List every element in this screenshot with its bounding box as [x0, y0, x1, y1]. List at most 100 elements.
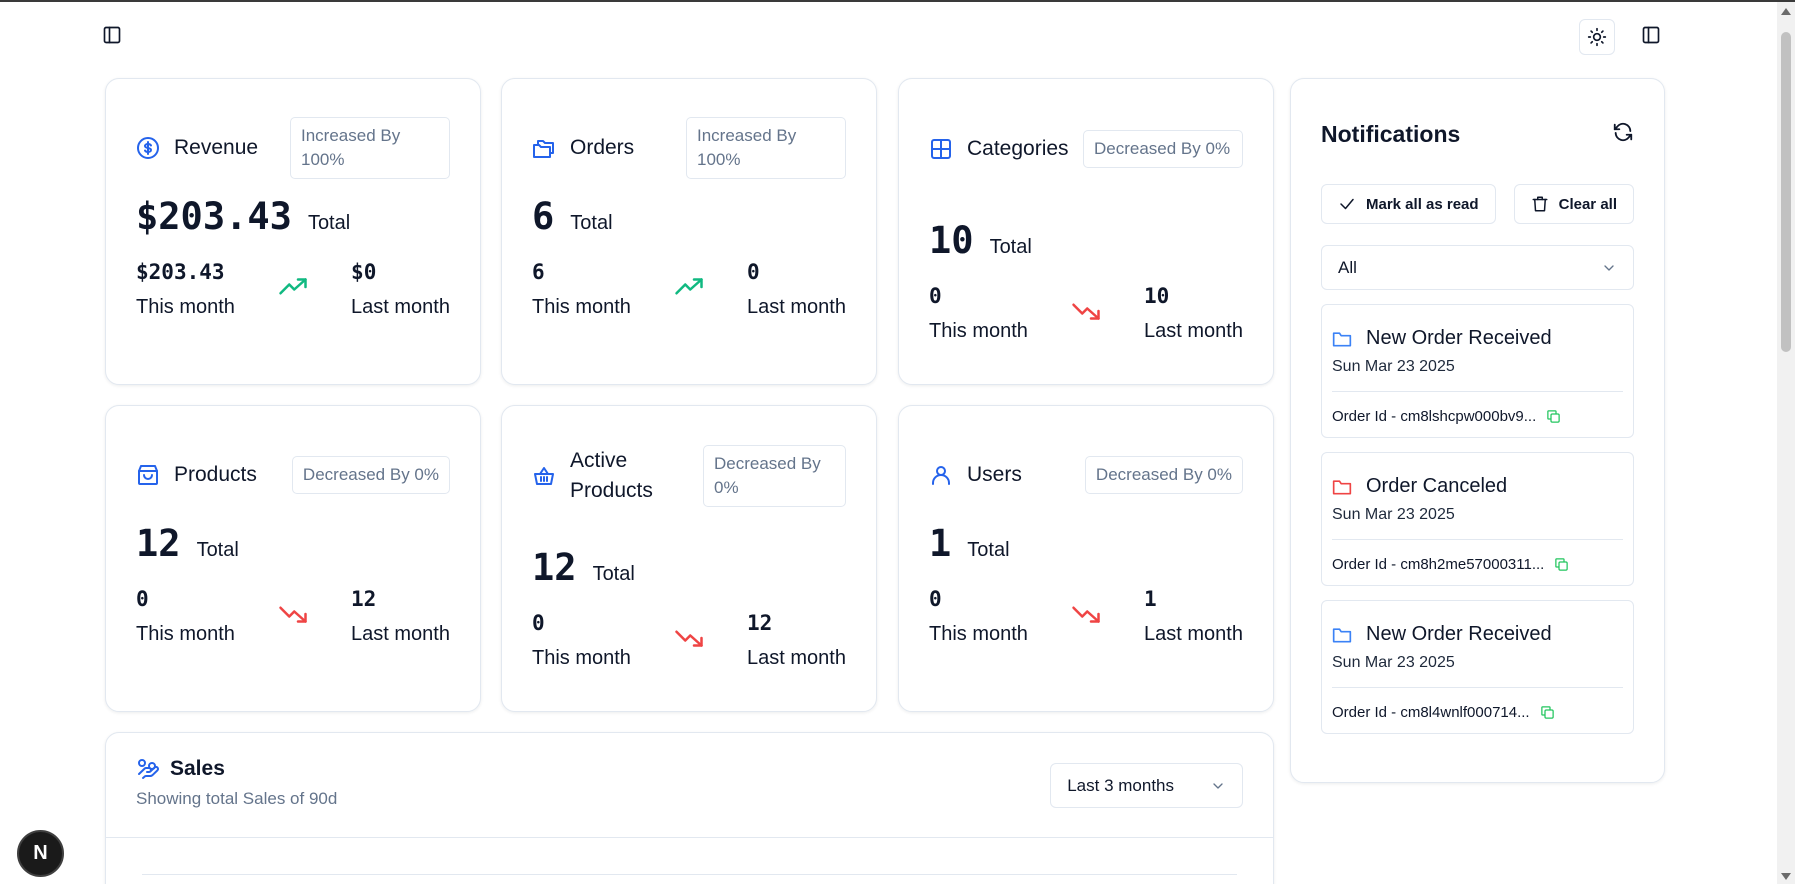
copy-icon[interactable] [1540, 705, 1555, 720]
total-label: Total [989, 236, 1032, 258]
last-month-value: 12 [747, 611, 773, 635]
total-value: 6 [532, 195, 555, 238]
panel-left-icon [103, 26, 121, 44]
sales-subtitle: Showing total Sales of 90d [136, 789, 338, 808]
refresh-icon[interactable] [1612, 121, 1634, 148]
total-label: Total [592, 563, 635, 585]
copy-icon[interactable] [1554, 557, 1569, 572]
chevron-down-icon [1604, 264, 1614, 271]
total-label: Total [967, 539, 1010, 561]
basket-icon [532, 464, 556, 488]
folder-icon [1332, 331, 1352, 346]
total-label: Total [570, 212, 613, 234]
trending-down-icon [278, 599, 308, 634]
this-month-label: This month [136, 296, 235, 318]
notification-item[interactable]: Order Canceled Sun Mar 23 2025 Order Id … [1321, 452, 1634, 586]
change-badge: Increased By 100% [686, 117, 846, 179]
users-card: Users Decreased By 0% 1 Total 0 This mont… [898, 405, 1274, 712]
clear-all-button[interactable]: Clear all [1513, 184, 1634, 224]
change-badge: Decreased By 0% [1083, 130, 1243, 168]
total-value: 1 [929, 522, 952, 565]
this-month-value: 0 [929, 587, 942, 611]
orders-card: Orders Increased By 100% 6 Total 6 This m… [501, 78, 877, 385]
this-month-label: This month [136, 623, 235, 645]
copy-icon[interactable] [1546, 409, 1561, 424]
chevron-down-icon [1213, 782, 1223, 789]
change-badge: Decreased By 0% [703, 445, 846, 507]
last-month-value: 12 [351, 587, 377, 611]
grid-icon [929, 137, 953, 161]
revenue-card: Revenue Increased By 100% $203.43 Total … [105, 78, 481, 385]
last-month-value: $0 [351, 260, 377, 284]
this-month-label: This month [929, 623, 1028, 645]
last-month-label: Last month [1144, 320, 1243, 342]
total-value: 12 [136, 522, 181, 565]
sales-card: Sales Showing total Sales of 90d Last 3 … [105, 732, 1274, 884]
order-id: Order Id - cm8lshcpw000bv9... [1332, 408, 1537, 425]
card-title: Products [174, 463, 257, 486]
products-card: Products Decreased By 0% 12 Total 0 This … [105, 405, 481, 712]
total-value: $203.43 [136, 195, 292, 238]
card-title: Categories [967, 137, 1069, 160]
change-badge: Decreased By 0% [1084, 456, 1243, 494]
trending-down-icon [674, 623, 704, 658]
total-label: Total [307, 212, 351, 234]
order-id: Order Id - cm8l4wnlf000714... [1332, 704, 1530, 721]
notification-item[interactable]: New Order Received Sun Mar 23 2025 Order… [1321, 304, 1634, 438]
folders-icon [532, 136, 556, 160]
notification-date: Sun Mar 23 2025 [1332, 506, 1455, 523]
trending-down-icon [1071, 599, 1101, 634]
this-month-value: 6 [532, 260, 545, 284]
order-id: Order Id - cm8h2me57000311... [1332, 556, 1545, 573]
time-range-select[interactable]: Last 3 months [1050, 763, 1243, 808]
panel-left-icon [1642, 26, 1660, 44]
user-icon [929, 463, 953, 487]
notifications-title: Notifications [1321, 120, 1461, 147]
scrollbar-thumb[interactable] [1781, 32, 1791, 352]
dollar-circle-icon [136, 136, 160, 160]
total-value: 10 [929, 219, 974, 262]
this-month-value: 0 [532, 611, 545, 635]
notification-item[interactable]: New Order Received Sun Mar 23 2025 Order… [1321, 600, 1634, 734]
check-icon [1340, 198, 1354, 210]
this-month-value: $203.43 [136, 260, 225, 284]
scroll-down-arrow[interactable] [1781, 873, 1791, 880]
sun-icon [1587, 27, 1607, 47]
toggle-left-sidebar-button[interactable] [94, 17, 130, 53]
theme-toggle-button[interactable] [1579, 19, 1615, 55]
notification-filter-select[interactable]: All [1321, 245, 1634, 290]
this-month-value: 0 [929, 284, 942, 308]
card-title: Users [967, 463, 1022, 486]
change-badge: Increased By 100% [290, 117, 450, 179]
trending-up-icon [278, 272, 308, 307]
nextjs-dev-badge[interactable]: N [17, 830, 64, 877]
chart-gridline [142, 874, 1237, 875]
notifications-panel: Notifications Mark all as read Clear all… [1290, 78, 1665, 783]
this-month-label: This month [532, 647, 631, 669]
last-month-label: Last month [747, 647, 846, 669]
scrollbar[interactable] [1777, 2, 1795, 884]
mark-all-read-button[interactable]: Mark all as read [1321, 184, 1496, 224]
this-month-label: This month [929, 320, 1028, 342]
last-month-label: Last month [1144, 623, 1243, 645]
card-title: Revenue [174, 136, 259, 159]
trending-down-icon [1071, 296, 1101, 331]
toggle-right-sidebar-button[interactable] [1633, 17, 1669, 53]
folder-icon [1332, 627, 1352, 642]
sales-title: Sales [170, 757, 225, 780]
last-month-value: 1 [1144, 587, 1157, 611]
total-value: 12 [532, 546, 577, 589]
change-badge: Decreased By 0% [291, 456, 450, 494]
card-title: Orders [570, 136, 635, 159]
this-month-value: 0 [136, 587, 149, 611]
notification-date: Sun Mar 23 2025 [1332, 358, 1455, 375]
active-products-card: Active Products Decreased By 0% 12 Total… [501, 405, 877, 712]
categories-card: Categories Decreased By 0% 10 Total 0 Thi… [898, 78, 1274, 385]
notification-date: Sun Mar 23 2025 [1332, 654, 1455, 671]
scroll-up-arrow[interactable] [1781, 8, 1791, 15]
shopping-bag-icon [136, 463, 160, 487]
card-title: Active Products [570, 449, 653, 502]
last-month-label: Last month [351, 623, 450, 645]
trending-up-icon [674, 272, 704, 307]
last-month-label: Last month [747, 296, 846, 318]
